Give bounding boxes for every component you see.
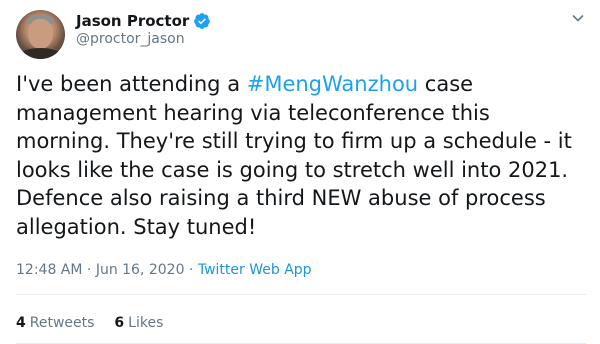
likes-count: 6 [114, 315, 125, 331]
likes-stat[interactable]: 6 Likes [114, 315, 163, 331]
avatar-face [28, 19, 53, 49]
chevron-down-icon[interactable] [570, 10, 586, 26]
meta-separator: · [82, 262, 96, 278]
divider [16, 294, 586, 295]
tweet-stats: 4 Retweets 6 Likes [16, 315, 183, 331]
retweets-stat[interactable]: 4 Retweets [16, 315, 94, 331]
tweet-text: I've been attending a #MengWanzhou case … [16, 70, 586, 241]
verified-badge-icon [194, 13, 211, 29]
retweets-label: Retweets [29, 315, 95, 331]
avatar-shirt [18, 48, 63, 59]
tweet-time[interactable]: 12:48 AM [16, 262, 82, 278]
author-display-name[interactable]: Jason Proctor [76, 12, 189, 30]
retweets-count: 4 [16, 315, 26, 331]
hashtag-link[interactable]: #MengWanzhou [247, 72, 418, 96]
tweet-text-part: case management hearing via teleconferen… [16, 72, 572, 239]
author-name-row: Jason Proctor [76, 11, 211, 31]
tweet-date[interactable]: Jun 16, 2020 [96, 262, 185, 278]
tweet-card: Jason Proctor @proctor_jason I've been a… [0, 0, 600, 344]
tweet-source-link[interactable]: Twitter Web App [198, 262, 312, 278]
meta-separator: · [184, 262, 198, 278]
likes-label: Likes [128, 315, 164, 331]
tweet-meta: 12:48 AM · Jun 16, 2020 · Twitter Web Ap… [16, 262, 312, 278]
tweet-text-part: I've been attending a [16, 72, 247, 96]
avatar[interactable] [16, 10, 65, 59]
author-handle[interactable]: @proctor_jason [76, 31, 185, 47]
